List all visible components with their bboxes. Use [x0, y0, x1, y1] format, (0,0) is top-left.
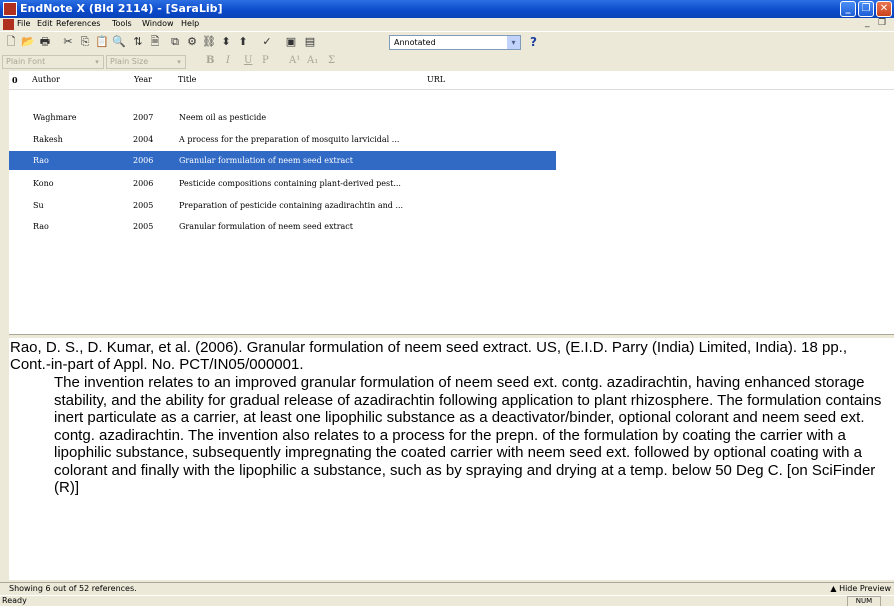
author-column-header[interactable]: Author — [32, 75, 60, 84]
reference-title: Pesticide compositions containing plant-… — [179, 179, 401, 188]
endnote-app-icon[interactable] — [3, 2, 17, 16]
menu-tools[interactable]: Tools — [112, 19, 132, 28]
subscript-button[interactable]: A₁ — [307, 55, 318, 66]
chevron-down-icon: ▾ — [95, 58, 99, 66]
font-select[interactable]: Plain Font ▾ — [2, 55, 104, 69]
insert-object-icon[interactable]: ▤ — [303, 35, 317, 49]
attachment-column-header[interactable]: 0 — [12, 75, 18, 85]
menu-help[interactable]: Help — [181, 19, 199, 28]
insert-citation-icon[interactable]: ⧉ — [168, 35, 182, 49]
import-icon[interactable]: ⬆ — [236, 35, 250, 49]
spell-check-icon[interactable]: ✓ — [260, 35, 274, 49]
hide-preview-button[interactable]: ▲ Hide Preview — [830, 584, 891, 593]
mdi-restore-button[interactable]: ❐ — [878, 18, 886, 28]
reference-count-text: Showing 6 out of 52 references. — [9, 584, 137, 593]
italic-button[interactable]: I — [226, 55, 230, 66]
print-icon[interactable]: 🖶 — [38, 35, 52, 49]
size-select[interactable]: Plain Size ▾ — [106, 55, 186, 69]
reference-year: 2005 — [133, 222, 154, 231]
close-button[interactable]: ✕ — [876, 1, 892, 17]
reference-author: Su — [33, 201, 44, 210]
year-column-header[interactable]: Year — [134, 75, 152, 84]
output-style-value: Annotated — [394, 38, 436, 47]
preview-pane: Rao, D. S., D. Kumar, et al. (2006). Gra… — [9, 338, 894, 580]
format-toolbar: Plain Font ▾ Plain Size ▾ B I U P A¹ A₁ … — [0, 53, 894, 70]
reference-title: Preparation of pesticide containing azad… — [179, 201, 404, 210]
reference-year: 2007 — [133, 113, 154, 122]
bold-button[interactable]: B — [206, 55, 214, 66]
url-column-header[interactable]: URL — [427, 75, 445, 84]
mdi-minimize-button[interactable]: _ — [865, 18, 870, 28]
symbol-button[interactable]: Σ — [328, 55, 335, 66]
cut-icon[interactable]: ✂ — [61, 35, 75, 49]
reference-row-selected[interactable]: Rao 2006 Granular formulation of neem se… — [9, 151, 556, 170]
reference-row[interactable]: Rao 2005 Granular formulation of neem se… — [9, 217, 556, 236]
format-bibliography-icon[interactable]: ⚙ — [185, 35, 199, 49]
status-text: Ready — [2, 596, 27, 605]
left-margin — [0, 71, 9, 606]
reference-row[interactable]: Rakesh 2004 A process for the preparatio… — [9, 130, 556, 149]
reference-title: Neem oil as pesticide — [179, 113, 267, 122]
find-icon[interactable]: 🔍 — [112, 35, 126, 49]
reference-year: 2004 — [133, 135, 154, 144]
reference-author: Rao — [33, 222, 49, 231]
preview-citation: Rao, D. S., D. Kumar, et al. (2006). Gra… — [10, 339, 848, 373]
status-bar: Ready NUM — [0, 595, 894, 606]
insert-picture-icon[interactable]: ▣ — [284, 35, 298, 49]
preview-abstract: The invention relates to an improved gra… — [54, 374, 890, 497]
online-search-icon[interactable]: ⬍ — [219, 35, 233, 49]
font-select-value: Plain Font — [6, 57, 46, 66]
open-library-icon[interactable]: 📂 — [21, 35, 35, 49]
reference-title: Granular formulation of neem seed extrac… — [179, 156, 353, 165]
superscript-button[interactable]: A¹ — [289, 55, 300, 66]
menu-bar: File Edit References Tools Window Help _… — [0, 18, 894, 31]
new-reference-icon[interactable]: 🗎 — [148, 35, 162, 49]
menu-edit[interactable]: Edit — [37, 19, 53, 28]
title-column-header[interactable]: Title — [178, 75, 196, 84]
chevron-down-icon[interactable]: ▾ — [507, 36, 520, 49]
chevron-down-icon: ▾ — [177, 58, 181, 66]
help-icon[interactable]: ? — [530, 35, 537, 49]
plain-button[interactable]: P — [262, 55, 269, 66]
library-doc-icon[interactable] — [3, 19, 14, 30]
reference-title: Granular formulation of neem seed extrac… — [179, 222, 353, 231]
menu-file[interactable]: File — [17, 19, 30, 28]
reference-title: A process for the preparation of mosquit… — [179, 135, 400, 144]
reference-author: Rao — [33, 156, 49, 165]
endnote-window: EndNote X (Bld 2114) - [SaraLib] _ ❐ ✕ F… — [0, 0, 894, 606]
restore-button[interactable]: ❐ — [858, 1, 874, 17]
sort-icon[interactable]: ⇅ — [131, 35, 145, 49]
reference-row[interactable]: Waghmare 2007 Neem oil as pesticide — [9, 108, 556, 127]
reference-row[interactable]: Kono 2006 Pesticide compositions contain… — [9, 174, 556, 193]
size-select-value: Plain Size — [110, 57, 149, 66]
reference-count-bar: Showing 6 out of 52 references. ▲ Hide P… — [0, 582, 894, 595]
main-toolbar: 🗋 📂 🖶 ✂ ⎘ 📋 🔍 ⇅ 🗎 ⧉ ⚙ ⛓ ⬍ ⬆ ✓ ▣ ▤ Annota… — [0, 31, 894, 53]
paste-icon[interactable]: 📋 — [95, 35, 109, 49]
title-bar: EndNote X (Bld 2114) - [SaraLib] _ ❐ ✕ — [0, 0, 894, 18]
window-title: EndNote X (Bld 2114) - [SaraLib] — [20, 2, 223, 15]
reference-author: Waghmare — [33, 113, 77, 122]
reference-year: 2005 — [133, 201, 154, 210]
copy-icon[interactable]: ⎘ — [78, 35, 92, 49]
num-lock-indicator: NUM — [847, 596, 881, 606]
reference-row[interactable]: Su 2005 Preparation of pesticide contain… — [9, 196, 556, 215]
preview-abstract-first-line: The invention relates to an improved gra… — [54, 374, 815, 391]
preview-abstract-rest: storage stability, and the ability for g… — [54, 374, 882, 496]
column-headers: 0 Author Year Title URL — [9, 71, 894, 90]
minimize-button[interactable]: _ — [840, 1, 856, 17]
output-style-select[interactable]: Annotated ▾ — [389, 35, 521, 50]
reference-year: 2006 — [133, 156, 154, 165]
reference-author: Rakesh — [33, 135, 63, 144]
underline-button[interactable]: U — [244, 55, 252, 66]
reference-author: Kono — [33, 179, 54, 188]
menu-window[interactable]: Window — [142, 19, 174, 28]
menu-references[interactable]: References — [56, 19, 100, 28]
link-icon[interactable]: ⛓ — [202, 35, 216, 49]
reference-year: 2006 — [133, 179, 154, 188]
new-library-icon[interactable]: 🗋 — [4, 35, 18, 49]
